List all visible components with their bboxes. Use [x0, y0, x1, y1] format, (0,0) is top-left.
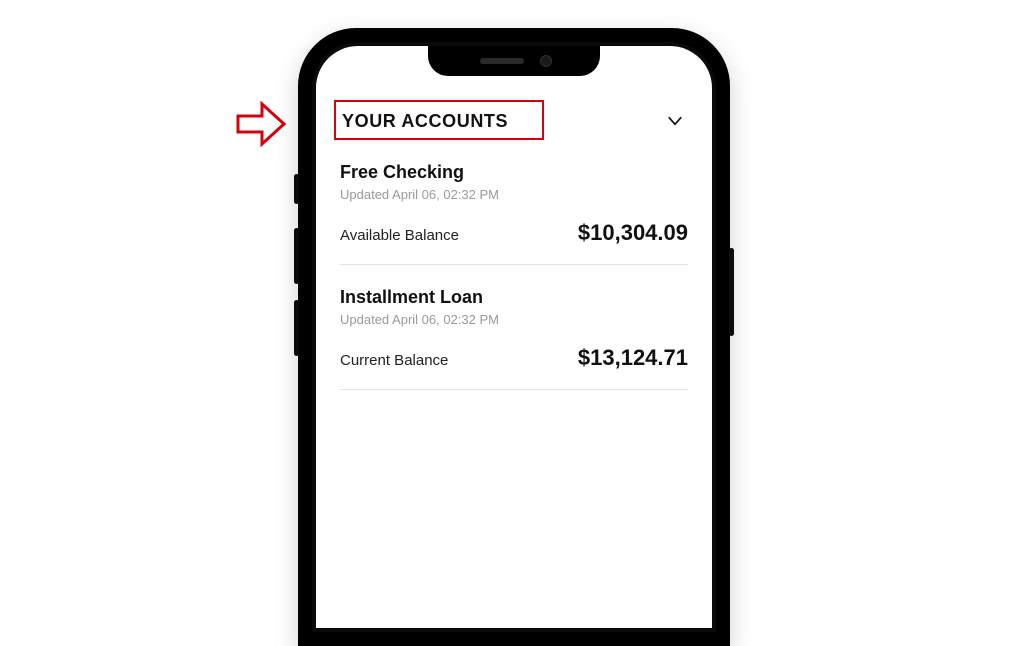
account-name: Free Checking	[340, 162, 688, 183]
account-name: Installment Loan	[340, 287, 688, 308]
phone-mute-switch	[294, 174, 299, 204]
balance-row: Available Balance $10,304.09	[340, 220, 688, 246]
your-accounts-header[interactable]: YOUR ACCOUNTS	[340, 104, 688, 140]
account-updated-timestamp: Updated April 06, 02:32 PM	[340, 187, 688, 202]
phone-notch	[428, 46, 600, 76]
balance-value: $13,124.71	[578, 345, 688, 371]
annotation-arrow	[236, 100, 286, 148]
phone-bezel: YOUR ACCOUNTS Free Checking Updated Apri…	[312, 42, 716, 632]
chevron-down-icon	[664, 110, 686, 132]
phone-frame: YOUR ACCOUNTS Free Checking Updated Apri…	[298, 28, 730, 646]
balance-row: Current Balance $13,124.71	[340, 345, 688, 371]
balance-label: Current Balance	[340, 352, 448, 369]
account-row[interactable]: Free Checking Updated April 06, 02:32 PM…	[340, 140, 688, 265]
phone-screen: YOUR ACCOUNTS Free Checking Updated Apri…	[316, 46, 712, 628]
phone-volume-down	[294, 300, 299, 356]
section-title: YOUR ACCOUNTS	[342, 111, 508, 132]
balance-value: $10,304.09	[578, 220, 688, 246]
phone-volume-up	[294, 228, 299, 284]
account-row[interactable]: Installment Loan Updated April 06, 02:32…	[340, 265, 688, 390]
account-updated-timestamp: Updated April 06, 02:32 PM	[340, 312, 688, 327]
phone-power-button	[729, 248, 734, 336]
accounts-screen: YOUR ACCOUNTS Free Checking Updated Apri…	[316, 46, 712, 390]
balance-label: Available Balance	[340, 227, 459, 244]
